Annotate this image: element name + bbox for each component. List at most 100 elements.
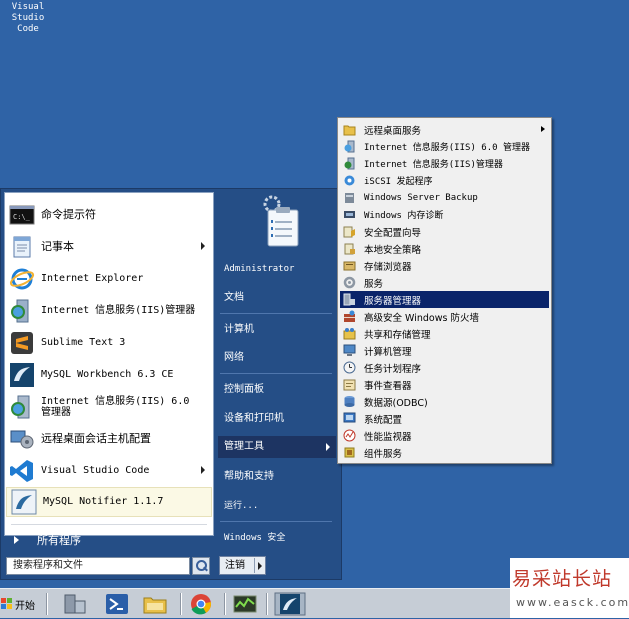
all-programs-button[interactable]: 所有程序: [4, 529, 214, 551]
submenu-item-storage-explorer[interactable]: 存储浏览器: [340, 257, 549, 274]
program-label: Internet Explorer: [41, 273, 144, 284]
logoff-arrow-icon[interactable]: [258, 562, 262, 570]
program-sublime[interactable]: Sublime Text 3: [5, 327, 213, 359]
msconfig-icon: [343, 412, 356, 425]
iscsi-icon: [343, 174, 356, 187]
taskbar-separator: [180, 593, 182, 615]
program-label: MySQL Workbench 6.3 CE: [41, 369, 174, 380]
submenu-arrow-icon: [201, 242, 205, 250]
program-mysql-workbench[interactable]: MySQL Workbench 6.3 CE: [5, 359, 213, 391]
right-item-help[interactable]: 帮助和支持: [218, 466, 336, 488]
watermark-url: www.easck.com: [516, 596, 629, 609]
right-item-devices-printers[interactable]: 设备和打印机: [218, 408, 336, 430]
taskbar-mysql-workbench[interactable]: [274, 592, 306, 616]
submenu-item-memory-diagnostic[interactable]: Windows 内存诊断: [340, 206, 549, 223]
submenu-item-odbc[interactable]: 数据源(ODBC): [340, 393, 549, 410]
component-services-icon: [343, 446, 356, 459]
right-item-admin-tools[interactable]: 管理工具: [218, 436, 336, 458]
submenu-item-performance-monitor[interactable]: 性能监视器: [340, 427, 549, 444]
logoff-label: 注销: [225, 560, 245, 571]
program-cmd[interactable]: C:\_ 命令提示符: [5, 199, 213, 231]
taskbar-separator: [266, 593, 268, 615]
submenu-item-label: 任务计划程序: [364, 363, 422, 375]
server-manager-icon: [64, 594, 86, 614]
program-mysql-notifier[interactable]: MySQL Notifier 1.1.7: [6, 487, 212, 517]
search-input[interactable]: 搜索程序和文件: [6, 557, 190, 575]
security-wizard-icon: [343, 225, 356, 238]
submenu-item-label: 共享和存储管理: [364, 329, 431, 341]
taskbar-server-manager[interactable]: [62, 592, 88, 616]
right-separator: [220, 521, 332, 522]
submenu-item-services[interactable]: 服务: [340, 274, 549, 291]
submenu-item-label: Internet 信息服务(IIS) 6.0 管理器: [364, 143, 530, 153]
submenu-item-system-config[interactable]: 系统配置: [340, 410, 549, 427]
program-label-line2: 管理器: [41, 407, 71, 418]
program-iis6[interactable]: Internet 信息服务(IIS) 6.0 管理器: [5, 391, 213, 423]
svg-text:C:\_: C:\_: [13, 213, 31, 221]
program-label: 命令提示符: [41, 208, 96, 221]
search-button[interactable]: [192, 557, 210, 575]
remote-desktop-icon: [9, 426, 35, 452]
submenu-item-iis[interactable]: Internet 信息服务(IIS)管理器: [340, 155, 549, 172]
watermark-title: 易采站长站: [512, 568, 613, 590]
submenu-item-label: Windows Server Backup: [364, 192, 478, 203]
submenu-item-label: 高级安全 Windows 防火墙: [364, 312, 479, 324]
submenu-item-label: Windows 内存诊断: [364, 211, 444, 221]
program-label: MySQL Notifier 1.1.7: [43, 496, 164, 507]
submenu-item-security-wizard[interactable]: 安全配置向导: [340, 223, 549, 240]
firewall-icon: [343, 310, 356, 323]
program-vscode[interactable]: Visual Studio Code: [5, 455, 213, 487]
ie-icon: [9, 266, 35, 292]
submenu-item-remote-desktop-services[interactable]: 远程桌面服务: [340, 121, 549, 138]
submenu-item-server-backup[interactable]: Windows Server Backup: [340, 189, 549, 206]
submenu-item-event-viewer[interactable]: 事件查看器: [340, 376, 549, 393]
iis-icon: [9, 298, 35, 324]
right-item-documents[interactable]: 文档: [218, 287, 336, 309]
taskbar-powershell[interactable]: [104, 592, 130, 616]
taskbar-network-app[interactable]: [232, 592, 258, 616]
program-label-two-line: Internet 信息服务(IIS) 6.0 管理器: [41, 396, 189, 418]
program-remote-desktop[interactable]: 远程桌面会话主机配置: [5, 423, 213, 455]
submenu-item-label: 存储浏览器: [364, 261, 412, 273]
program-notepad[interactable]: 记事本: [5, 231, 213, 263]
taskbar-chrome[interactable]: [188, 592, 214, 616]
submenu-item-iscsi[interactable]: iSCSI 发起程序: [340, 172, 549, 189]
desktop-label-line2: Studio Code: [11, 13, 45, 34]
submenu-item-server-manager[interactable]: 服务器管理器: [340, 291, 549, 308]
submenu-item-label: 组件服务: [364, 448, 403, 460]
powershell-icon: [106, 594, 128, 614]
program-iis[interactable]: Internet 信息服务(IIS)管理器: [5, 295, 213, 327]
sublime-icon: [9, 330, 35, 356]
start-button[interactable]: 开始: [1, 593, 43, 615]
pinned-programs-pane: C:\_ 命令提示符 记事本 Internet Explorer Interne…: [4, 192, 214, 536]
notepad-icon: [9, 234, 35, 260]
right-item-computer[interactable]: 计算机: [218, 319, 336, 341]
right-item-administrator[interactable]: Administrator: [218, 258, 336, 280]
submenu-item-component-services[interactable]: 组件服务: [340, 444, 549, 461]
program-label: 记事本: [41, 240, 74, 253]
submenu-item-iis6[interactable]: Internet 信息服务(IIS) 6.0 管理器: [340, 138, 549, 155]
submenu-item-local-policy[interactable]: 本地安全策略: [340, 240, 549, 257]
submenu-arrow-icon: [326, 443, 330, 451]
submenu-arrow-icon: [201, 466, 205, 474]
expand-arrow-icon: [14, 536, 19, 544]
program-ie[interactable]: Internet Explorer: [5, 263, 213, 295]
submenu-arrow-icon: [541, 126, 545, 132]
backup-icon: [343, 191, 356, 204]
desktop-icon-vscode-label[interactable]: Visual Studio Code: [2, 2, 54, 35]
program-label: Sublime Text 3: [41, 337, 126, 348]
submenu-item-firewall[interactable]: 高级安全 Windows 防火墙: [340, 308, 549, 325]
logoff-button[interactable]: 注销: [219, 556, 266, 575]
right-item-run[interactable]: 运行...: [218, 495, 336, 517]
right-item-control-panel[interactable]: 控制面板: [218, 379, 336, 401]
user-picture[interactable]: [250, 192, 306, 252]
submenu-item-computer-management[interactable]: 计算机管理: [340, 342, 549, 359]
right-item-network[interactable]: 网络: [218, 347, 336, 369]
program-label: Internet 信息服务(IIS)管理器: [41, 305, 196, 316]
submenu-item-task-scheduler[interactable]: 任务计划程序: [340, 359, 549, 376]
local-policy-icon: [343, 242, 356, 255]
submenu-item-share-storage[interactable]: 共享和存储管理: [340, 325, 549, 342]
right-item-windows-security[interactable]: Windows 安全: [218, 527, 336, 549]
mysql-notifier-icon: [11, 489, 37, 515]
taskbar-explorer[interactable]: [142, 592, 168, 616]
